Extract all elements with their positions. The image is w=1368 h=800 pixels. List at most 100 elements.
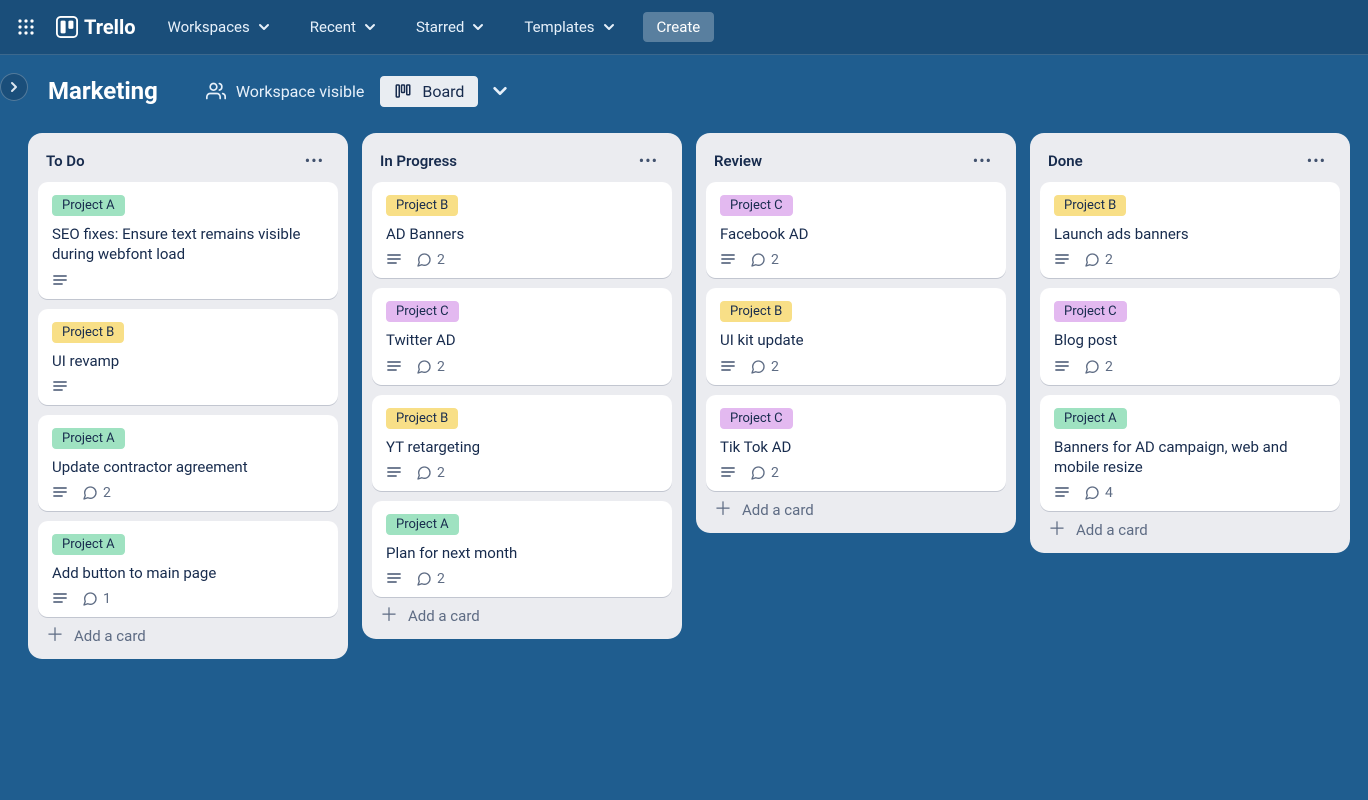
list-title[interactable]: Done [1048,152,1083,170]
comments-count: 2 [1105,252,1113,268]
list-menu-button[interactable]: ••• [299,149,330,172]
cards-container: Project ASEO fixes: Ensure text remains … [38,182,338,617]
board-icon [394,82,412,100]
card-label[interactable]: Project B [1054,195,1126,216]
view-switch-button[interactable]: Board [380,76,478,107]
card-label[interactable]: Project A [52,428,125,449]
card-title: Update contractor agreement [52,457,324,477]
card[interactable]: Project B Launch ads banners 2 [1040,182,1340,278]
nav-recent[interactable]: Recent [298,12,388,42]
card[interactable]: Project A Update contractor agreement 2 [38,415,338,511]
board: To Do ••• Project ASEO fixes: Ensure text … [0,127,1368,659]
board-title[interactable]: Marketing [48,77,158,105]
card-title: UI kit update [720,330,992,350]
card-label[interactable]: Project B [52,322,124,343]
add-card-button[interactable]: ＋Add a card [38,617,338,645]
comments-badge: 2 [1084,359,1113,375]
card[interactable]: Project APlan for next month2 [372,501,672,597]
nav-starred[interactable]: Starred [404,12,496,42]
add-card-button[interactable]: ＋Add a card [372,597,672,625]
description-icon [386,359,402,375]
card-label[interactable]: Project A [386,514,459,535]
card[interactable]: Project BUI revamp [38,309,338,405]
card-label[interactable]: Project C [386,301,459,322]
card-badges: 2 [386,571,658,587]
card-badges: 2 [1054,252,1326,268]
card-badges: 4 [1054,485,1326,501]
comments-badge: 2 [750,359,779,375]
card[interactable]: Project C Tik Tok AD 2 [706,395,1006,491]
card-title: Facebook AD [720,224,992,244]
card-label[interactable]: Project A [52,195,125,216]
card-title: Launch ads banners [1054,224,1326,244]
list-menu-button[interactable]: ••• [1301,149,1332,172]
comments-count: 2 [771,465,779,481]
card-label[interactable]: Project C [1054,301,1127,322]
card-title: Twitter AD [386,330,658,350]
card[interactable]: Project C Twitter AD 2 [372,288,672,384]
nav-templates[interactable]: Templates [512,12,626,42]
card[interactable]: Project C Blog post 2 [1040,288,1340,384]
plus-icon: ＋ [46,627,64,645]
card-title: Blog post [1054,330,1326,350]
card[interactable]: Project A Add button to main page 1 [38,521,338,617]
comments-count: 1 [103,591,111,607]
comments-badge: 2 [1084,252,1113,268]
card-badges: 2 [386,252,658,268]
card-badges: 2 [720,359,992,375]
description-icon [52,485,68,501]
description-icon [386,465,402,481]
list-title[interactable]: To Do [46,152,85,170]
card-title: Add button to main page [52,563,324,583]
card[interactable]: Project CFacebook AD2 [706,182,1006,278]
list-title[interactable]: Review [714,152,762,170]
card-label[interactable]: Project C [720,408,793,429]
apps-icon[interactable] [10,11,42,43]
card-label[interactable]: Project A [52,534,125,555]
visibility-button[interactable]: Workspace visible [206,81,365,101]
comments-badge: 2 [82,485,111,501]
card-badges: 2 [386,465,658,481]
comments-badge: 1 [82,591,111,607]
card-label[interactable]: Project B [386,408,458,429]
comments-count: 2 [437,359,445,375]
list: Done•••Project BLaunch ads banners2Proje… [1030,133,1350,553]
card-label[interactable]: Project C [720,195,793,216]
description-icon [720,252,736,268]
add-card-label: Add a card [408,607,480,625]
list: Review ••• Project C Facebook AD 2 Project B U… [696,133,1016,533]
plus-icon: ＋ [714,501,732,519]
list-menu-button[interactable]: ••• [633,149,664,172]
nav-label: Starred [416,18,464,36]
card[interactable]: Project BAD Banners2 [372,182,672,278]
sidebar-expand-button[interactable] [0,73,28,101]
nav-label: Recent [310,18,356,36]
card[interactable]: Project ASEO fixes: Ensure text remains … [38,182,338,299]
list-header: To Do ••• [38,143,338,182]
card-title: Tik Tok AD [720,437,992,457]
card[interactable]: Project ABanners for AD campaign, web an… [1040,395,1340,512]
add-card-button[interactable]: ＋Add a card [1040,511,1340,539]
comments-count: 2 [437,465,445,481]
create-button[interactable]: Create [643,12,715,42]
card-badges: 2 [52,485,324,501]
card-label[interactable]: Project B [720,301,792,322]
card[interactable]: Project B YT retargeting 2 [372,395,672,491]
people-icon [206,81,226,101]
nav-workspaces[interactable]: Workspaces [156,12,282,42]
list-menu-button[interactable]: ••• [967,149,998,172]
card[interactable]: Project B UI kit update 2 [706,288,1006,384]
comments-count: 2 [1105,359,1113,375]
card-title: YT retargeting [386,437,658,457]
description-icon [720,465,736,481]
card-label[interactable]: Project A [1054,408,1127,429]
view-dropdown-button[interactable] [492,83,508,99]
cards-container: Project C Facebook AD 2 Project B UI kit upd… [706,182,1006,491]
list-title[interactable]: In Progress [380,152,457,170]
add-card-button[interactable]: ＋Add a card [706,491,1006,519]
trello-logo[interactable]: Trello [48,11,144,43]
card-label[interactable]: Project B [386,195,458,216]
nav-label: Templates [524,18,594,36]
top-nav: Workspaces Recent Starred Templates Crea… [156,12,715,42]
comments-badge: 2 [416,571,445,587]
